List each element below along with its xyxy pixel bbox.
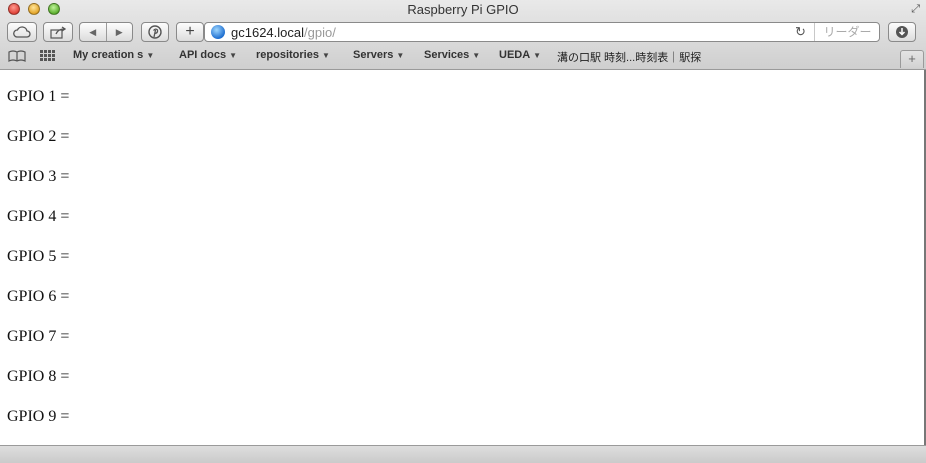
bookmark-folder-servers[interactable]: Servers ▼ [353,49,404,61]
window-title: Raspberry Pi GPIO [407,2,519,17]
gpio-7-line: GPIO 7 = [7,328,70,345]
back-forward-buttons: ◀ ▶ [79,22,133,42]
bookmark-label: Servers [353,49,394,61]
caret-down-icon: ▼ [229,51,237,60]
cloud-icon [13,26,31,38]
address-url[interactable]: gc1624.local/gpio/ [231,25,336,40]
gpio-6-line: GPIO 6 = [7,288,70,305]
bookmark-label: My creation s [73,49,144,61]
bookmark-folder-ueda[interactable]: UEDA ▼ [499,49,541,61]
caret-down-icon: ▼ [396,51,405,60]
caret-down-icon: ▼ [533,51,542,60]
url-host: gc1624.local [231,25,304,40]
status-bar [0,445,926,463]
bookmarks-bar: My creation s ▼ API docs ▼ repositories ▼ S… [0,46,926,68]
add-bookmark-button[interactable]: + [176,22,204,42]
title-bar: Raspberry Pi GPIO ⤢ [0,0,926,20]
gpio-4-line: GPIO 4 = [7,208,70,225]
gpio-2-line: GPIO 2 = [7,128,70,145]
gpio-3-line: GPIO 3 = [7,168,70,185]
download-icon [896,26,908,38]
book-icon[interactable] [8,50,26,65]
caret-down-icon: ▼ [146,51,155,60]
back-button[interactable]: ◀ [80,27,106,38]
bookmark-label: Services [424,49,470,61]
gpio-5-line: GPIO 5 = [7,248,70,265]
caret-down-icon: ▼ [472,51,481,60]
page-content: GPIO 1 = GPIO 2 = GPIO 3 = GPIO 4 = GPIO… [0,70,924,445]
reload-icon[interactable]: ↻ [795,24,806,40]
reader-button[interactable]: リーダー [814,23,880,41]
pinterest-icon [148,25,162,39]
new-tab-button[interactable]: + [900,50,924,68]
fullscreen-icon[interactable]: ⤢ [911,3,920,16]
address-bar[interactable]: gc1624.local/gpio/ ↻ リーダー [204,22,880,42]
caret-down-icon: ▼ [321,51,330,60]
bookmark-label: API docs [179,49,227,61]
share-icon [50,25,66,39]
bookmark-folder-repositories[interactable]: repositories ▼ [256,49,330,61]
url-path: /gpio/ [304,25,336,40]
gpio-9-line: GPIO 9 = [7,408,70,425]
bookmark-folder-api-docs[interactable]: API docs ▼ [179,49,237,61]
globe-icon [211,25,225,39]
bookmark-folder-my-creations[interactable]: My creation s ▼ [73,49,154,61]
bookmark-label: repositories [256,49,319,61]
bookmark-label: UEDA [499,49,531,61]
browser-window: Raspberry Pi GPIO ⤢ ◀ ▶ + gc1624.local/g… [0,0,926,463]
top-sites-grid-icon[interactable] [40,50,56,65]
share-button[interactable] [43,22,73,42]
bookmark-folder-services[interactable]: Services ▼ [424,49,480,61]
gpio-8-line: GPIO 8 = [7,368,70,385]
bookmark-mizonokuchi-timetable[interactable]: 溝の口駅 時刻...時刻表｜駅探 [557,49,701,65]
gpio-1-line: GPIO 1 = [7,88,70,105]
browser-chrome: Raspberry Pi GPIO ⤢ ◀ ▶ + gc1624.local/g… [0,0,926,70]
pinterest-extension-button[interactable] [141,22,169,42]
downloads-button[interactable] [888,22,916,42]
forward-button[interactable]: ▶ [107,27,133,38]
icloud-tabs-button[interactable] [7,22,37,42]
